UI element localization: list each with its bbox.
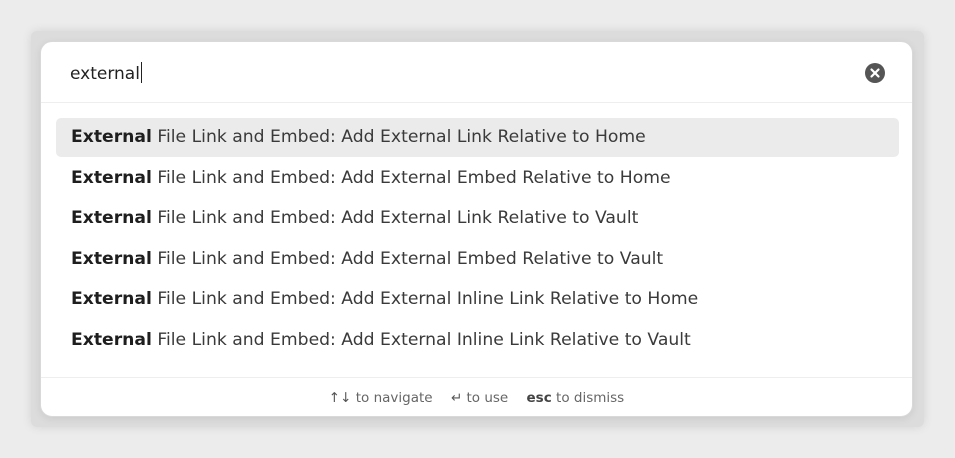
result-text: File Link and Embed: Add External Inline… <box>151 289 699 310</box>
arrows-icon: ↑↓ <box>328 390 352 406</box>
result-item[interactable]: External File Link and Embed: Add Extern… <box>56 118 899 157</box>
hint-navigate: ↑↓ to navigate <box>328 378 433 416</box>
result-item[interactable]: External File Link and Embed: Add Extern… <box>56 240 899 279</box>
clear-search-button[interactable] <box>865 63 885 83</box>
result-match: External <box>71 127 152 147</box>
text-caret <box>140 62 142 83</box>
search-input[interactable]: external <box>70 62 142 84</box>
result-text: File Link and Embed: Add External Link R… <box>151 127 646 147</box>
result-text: File Link and Embed: Add External Embed … <box>151 248 664 269</box>
hint-navigate-label: to navigate <box>355 390 433 406</box>
result-item[interactable]: External File Link and Embed: Add Extern… <box>56 321 899 360</box>
result-item[interactable]: External File Link and Embed: Add Extern… <box>56 199 899 238</box>
keyboard-hints: ↑↓ to navigate ↵ to use esc to dismiss <box>41 377 912 416</box>
hint-use: ↵ to use <box>450 378 509 416</box>
result-item[interactable]: External File Link and Embed: Add Extern… <box>56 280 899 319</box>
results-list: External File Link and Embed: Add Extern… <box>56 118 899 362</box>
result-item[interactable]: External File Link and Embed: Add Extern… <box>56 159 899 198</box>
result-match: External <box>71 167 152 188</box>
result-match: External <box>71 208 152 229</box>
hint-dismiss-label: to dismiss <box>556 390 625 406</box>
result-text: File Link and Embed: Add External Inline… <box>151 329 691 350</box>
hint-dismiss: esc to dismiss <box>526 378 625 416</box>
command-palette: external External File Link and Embed: A… <box>40 41 913 417</box>
search-input-value: external <box>70 64 140 84</box>
result-match: External <box>71 248 152 269</box>
result-text: File Link and Embed: Add External Embed … <box>151 167 671 188</box>
result-match: External <box>71 329 152 350</box>
hint-use-label: to use <box>466 390 509 406</box>
close-circle-icon <box>870 68 880 78</box>
enter-icon: ↵ <box>450 390 463 406</box>
result-match: External <box>71 289 152 310</box>
esc-key: esc <box>526 390 552 406</box>
result-text: File Link and Embed: Add External Link R… <box>151 208 639 229</box>
search-row: external <box>41 42 912 103</box>
